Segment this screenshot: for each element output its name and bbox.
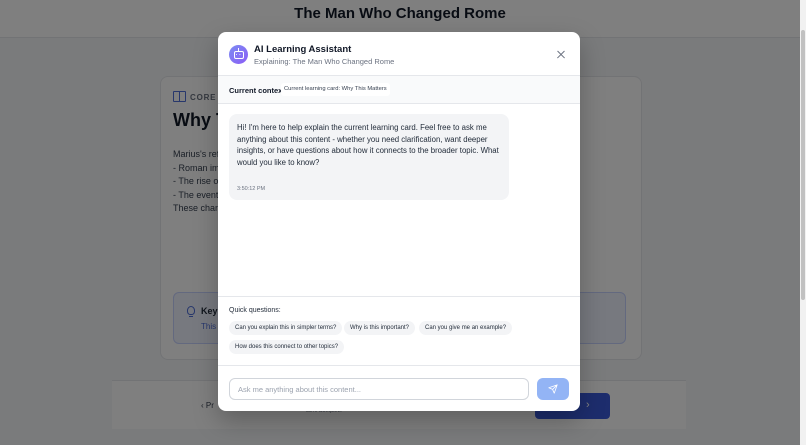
quick-questions-label: Quick questions: [229,307,281,314]
modal-title: AI Learning Assistant [254,44,352,55]
message-list[interactable]: Hi! I'm here to help explain the current… [218,104,580,296]
page-scrollbar[interactable] [800,0,806,445]
quick-question-chip[interactable]: Can you explain this in simpler terms? [229,321,343,335]
close-icon[interactable] [554,47,568,61]
assistant-avatar [229,45,248,64]
message-timestamp: 3:50:12 PM [237,186,266,192]
send-icon [548,384,558,394]
ai-assistant-modal: AI Learning Assistant Explaining: The Ma… [218,32,580,411]
context-label: Current context: [229,86,288,95]
scrollbar-thumb[interactable] [801,30,805,300]
chat-input[interactable] [229,378,529,400]
quick-questions: Quick questions: Can you explain this in… [218,296,580,365]
message-text: Hi! I'm here to help explain the current… [237,123,499,167]
modal-subtitle: Explaining: The Man Who Changed Rome [254,57,395,66]
robot-icon [233,48,244,59]
quick-question-chip[interactable]: Why is this important? [344,321,416,335]
assistant-message: Hi! I'm here to help explain the current… [229,114,509,200]
quick-question-chip[interactable]: Can you give me an example? [419,321,513,335]
modal-header: AI Learning Assistant Explaining: The Ma… [218,32,580,76]
context-chip: Current learning card: Why This Matters [281,83,390,96]
context-bar: Current context: Current learning card: … [218,76,580,104]
send-button[interactable] [537,378,569,400]
quick-question-chip[interactable]: How does this connect to other topics? [229,340,345,354]
chat-input-area [218,365,580,411]
